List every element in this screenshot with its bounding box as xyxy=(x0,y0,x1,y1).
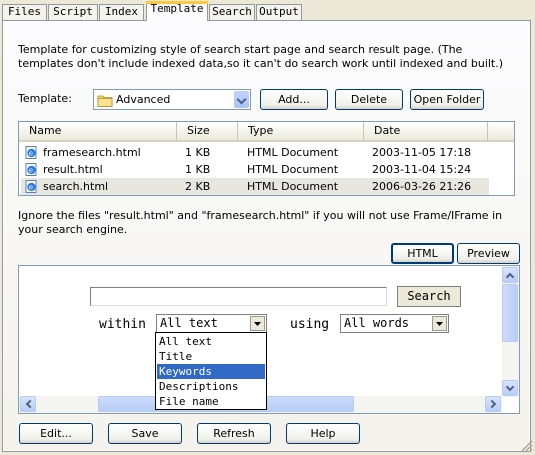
within-select[interactable]: All text xyxy=(156,314,267,333)
file-type: HTML Document xyxy=(247,146,339,159)
column-name[interactable]: Name xyxy=(19,122,177,140)
tab-script[interactable]: Script xyxy=(48,4,98,20)
html-view-button[interactable]: HTML xyxy=(391,243,454,264)
save-button[interactable]: Save xyxy=(108,423,182,444)
svg-text:e: e xyxy=(29,167,33,175)
file-row[interactable]: e result.html 1 KB HTML Document 2003-11… xyxy=(21,161,489,178)
using-select[interactable]: All words xyxy=(340,314,449,333)
delete-button[interactable]: Delete xyxy=(335,89,403,110)
file-date: 2003-11-04 15:24 xyxy=(372,163,472,176)
file-size: 1 KB xyxy=(185,146,211,159)
template-file-list[interactable]: Name Size Type Date e framesearch.html 1… xyxy=(18,121,515,196)
file-date: 2006-03-26 21:26 xyxy=(372,180,472,193)
file-date: 2003-11-05 17:18 xyxy=(372,146,472,159)
preview-search-button[interactable]: Search xyxy=(397,286,461,307)
chevron-down-icon[interactable] xyxy=(234,91,249,108)
tab-index[interactable]: Index xyxy=(99,4,144,20)
template-preview-pane[interactable]: Search within All text using All words xyxy=(18,265,520,414)
file-type: HTML Document xyxy=(247,163,339,176)
open-folder-button[interactable]: Open Folder xyxy=(410,89,484,110)
file-name: search.html xyxy=(43,180,109,193)
using-select-value: All words xyxy=(344,316,410,330)
preview-search-input[interactable] xyxy=(90,287,387,306)
html-file-icon: e xyxy=(25,163,38,176)
dropdown-option-descriptions[interactable]: Descriptions xyxy=(157,379,265,394)
dropdown-option-keywords[interactable]: Keywords xyxy=(157,364,265,379)
template-select[interactable]: Advanced xyxy=(93,89,251,110)
svg-text:e: e xyxy=(29,150,33,158)
html-file-icon: e xyxy=(25,146,38,159)
within-select-value: All text xyxy=(160,316,218,330)
refresh-button[interactable]: Refresh xyxy=(197,423,271,444)
vertical-scroll-thumb[interactable] xyxy=(502,284,518,342)
tab-files[interactable]: Files xyxy=(2,4,47,20)
column-type[interactable]: Type xyxy=(238,122,364,140)
frame-note: Ignore the files "result.html" and "fram… xyxy=(18,209,503,236)
chevron-down-icon[interactable] xyxy=(250,316,265,331)
scroll-left-icon[interactable] xyxy=(20,396,36,412)
tab-search[interactable]: Search xyxy=(209,4,255,20)
html-file-icon: e xyxy=(25,180,38,193)
file-type: HTML Document xyxy=(247,180,339,193)
file-row-selected[interactable]: e search.html 2 KB HTML Document 2006-03… xyxy=(21,178,489,195)
file-size: 2 KB xyxy=(185,180,211,193)
template-label: Template: xyxy=(18,92,72,105)
scroll-up-icon[interactable] xyxy=(502,267,518,283)
dropdown-option-all-text[interactable]: All text xyxy=(157,334,265,349)
within-label: within xyxy=(99,317,146,332)
resize-grip-icon[interactable] xyxy=(519,438,533,452)
column-date[interactable]: Date xyxy=(364,122,488,140)
using-label: using xyxy=(290,317,330,332)
scroll-right-icon[interactable] xyxy=(485,396,501,412)
dropdown-option-title[interactable]: Title xyxy=(157,349,265,364)
tab-template[interactable]: Template xyxy=(146,1,208,21)
chevron-down-icon[interactable] xyxy=(432,316,447,331)
template-select-value: Advanced xyxy=(116,93,171,106)
file-list-header: Name Size Type Date xyxy=(19,122,514,142)
scroll-down-icon[interactable] xyxy=(502,380,518,396)
help-button[interactable]: Help xyxy=(286,423,360,444)
svg-text:e: e xyxy=(29,184,33,192)
preview-view-button[interactable]: Preview xyxy=(457,243,520,264)
tab-strip: Files Script Index Template Search Outpu… xyxy=(0,0,535,21)
vertical-scrollbar[interactable] xyxy=(502,266,519,397)
folder-icon xyxy=(97,93,113,110)
template-description: Template for customizing style of search… xyxy=(18,43,504,70)
dropdown-option-file-name[interactable]: File name xyxy=(157,394,265,409)
tab-output[interactable]: Output xyxy=(256,4,302,20)
column-size[interactable]: Size xyxy=(177,122,238,140)
file-name: framesearch.html xyxy=(43,146,141,159)
add-button[interactable]: Add... xyxy=(260,89,328,110)
file-row[interactable]: e framesearch.html 1 KB HTML Document 20… xyxy=(21,144,489,161)
file-size: 1 KB xyxy=(185,163,211,176)
file-name: result.html xyxy=(43,163,103,176)
within-dropdown-list[interactable]: All text Title Keywords Descriptions Fil… xyxy=(155,332,267,410)
edit-button[interactable]: Edit... xyxy=(19,423,93,444)
